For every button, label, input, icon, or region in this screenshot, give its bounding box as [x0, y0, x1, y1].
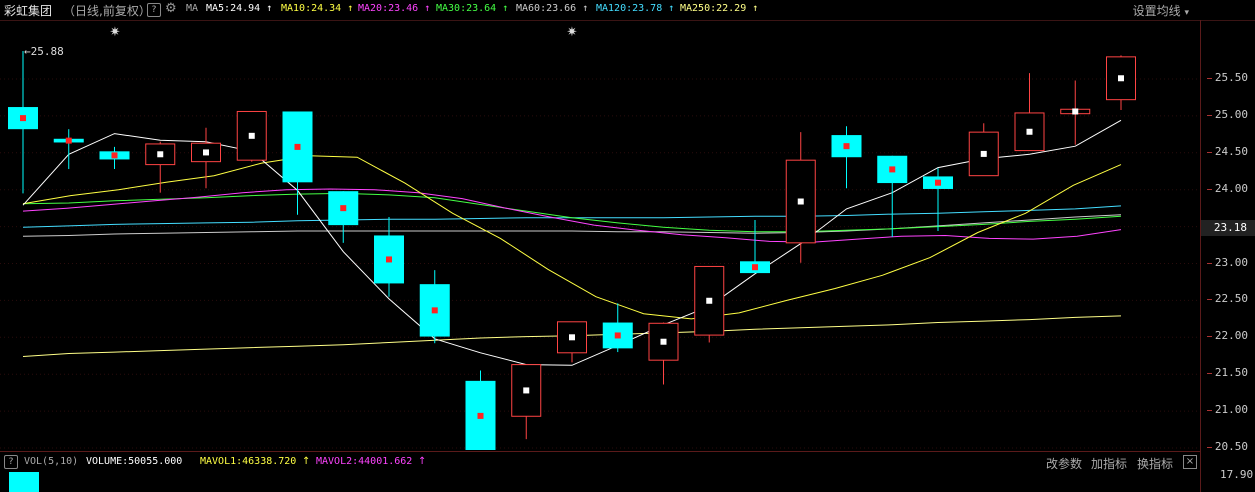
price-axis: 25.5025.0024.5024.0023.5023.0022.5022.00… — [1200, 20, 1255, 492]
vol-help-button[interactable]: ? — [4, 455, 18, 469]
candle-marker-21 — [980, 150, 987, 157]
chevron-down-icon: ▾ — [1184, 8, 1189, 18]
ma120-line — [22, 205, 1122, 228]
vol-label: VOL(5,10) — [24, 456, 79, 467]
candle-marker-3 — [157, 151, 164, 158]
mavol2-value: MAVOL2:44001.662 — [316, 456, 413, 467]
vol-axis-label: 17.90 — [1220, 468, 1254, 481]
candle-marker-14 — [660, 338, 667, 345]
candle-marker-5 — [248, 132, 255, 139]
add-indicator-button[interactable]: 加指标 — [1091, 455, 1127, 472]
ma-settings-button[interactable]: 设置均线 ▾ — [1133, 2, 1189, 19]
y-tick-label: 22.50 — [1206, 292, 1248, 306]
y-tick-label: 24.00 — [1206, 181, 1248, 195]
candle-marker-6 — [294, 143, 301, 150]
switch-indicator-button[interactable]: 换指标 — [1137, 455, 1173, 472]
y-tick-label: 24.50 — [1206, 144, 1248, 158]
stock-subtitle: （日线,前复权） — [63, 4, 151, 18]
candle-marker-16 — [752, 264, 758, 271]
ma-label: MA — [186, 3, 199, 14]
y-tick-label: 25.50 — [1206, 71, 1248, 84]
y-tick-label: 20.50 — [1206, 440, 1248, 453]
ma-value-3: MA30:23.64 ↑ — [436, 3, 509, 14]
mavol1-arrow-icon: ↑ — [302, 456, 311, 467]
indicator-header: 彩虹集团 （日线,前复权） ? ⚙ MA MA5:24.94 ↑ MA10:24.… — [0, 0, 1255, 21]
candle-marker-23 — [1072, 108, 1079, 115]
help-button[interactable]: ? — [147, 3, 161, 17]
candle-marker-18 — [843, 143, 850, 150]
arrow-up-icon: ↑ — [752, 3, 759, 14]
candle-marker-10 — [477, 412, 484, 419]
ma-value-1: MA10:24.34 ↑ — [281, 3, 354, 14]
candle-marker-1 — [65, 137, 72, 144]
candle-marker-11 — [523, 387, 530, 394]
arrow-up-icon: ↑ — [266, 3, 273, 14]
candle-marker-13 — [614, 332, 621, 339]
y-tick-label: 25.00 — [1206, 107, 1248, 121]
y-tick-label: 23.00 — [1206, 255, 1248, 269]
y-tick-label: 22.00 — [1206, 329, 1248, 343]
y-tick-label: 21.00 — [1206, 403, 1248, 417]
ma-settings-label: 设置均线 — [1132, 4, 1181, 18]
volume-value: VOLUME:50055.000 — [86, 456, 183, 467]
candle-marker-24 — [1118, 75, 1124, 82]
ma-value-5: MA120:23.78 ↑ — [596, 3, 675, 14]
mavol2-arrow-icon: ↑ — [418, 456, 427, 467]
ma-value-6: MA250:22.29 ↑ — [680, 3, 759, 14]
y-tick-label: 21.50 — [1206, 366, 1248, 380]
stock-title: 彩虹集团 — [4, 4, 53, 18]
current-price-label: 23.18 — [1201, 220, 1255, 236]
close-icon[interactable]: × — [1183, 455, 1197, 469]
candle-marker-22 — [1026, 128, 1033, 135]
candle-marker-0 — [20, 115, 26, 122]
gear-icon[interactable]: ⚙ — [165, 1, 177, 16]
candle-marker-15 — [706, 297, 713, 304]
candle-marker-20 — [935, 179, 941, 186]
candlestick-chart[interactable]: ←25.88←20.30✷✷ — [0, 20, 1200, 450]
ma-value-4: MA60:23.66 ↑ — [516, 3, 589, 14]
arrow-up-icon: ↑ — [424, 3, 431, 14]
candle-marker-17 — [797, 198, 804, 205]
ma10-line — [22, 155, 1122, 320]
candle-marker-8 — [386, 256, 392, 263]
ma-value-0: MA5:24.94 ↑ — [206, 3, 273, 14]
arrow-up-icon: ↑ — [502, 3, 509, 14]
event-marker-icon-0: ✷ — [110, 25, 121, 40]
arrow-up-icon: ↑ — [582, 3, 589, 14]
candle-marker-4 — [203, 149, 209, 156]
arrow-up-icon: ↑ — [668, 3, 675, 14]
volume-bar — [9, 472, 39, 492]
change-params-button[interactable]: 改参数 — [1046, 455, 1082, 472]
ma-value-2: MA20:23.46 ↑ — [358, 3, 431, 14]
ma20-line — [22, 188, 1122, 243]
volume-header: ? VOL(5,10) VOLUME:50055.000 MAVOL1:4633… — [0, 451, 1200, 472]
candle-marker-2 — [111, 152, 118, 159]
candle-marker-12 — [569, 334, 575, 341]
extreme-annotation-0: ←25.88 — [24, 45, 64, 58]
candle-marker-7 — [340, 205, 347, 212]
mavol1-value: MAVOL1:46338.720 — [200, 456, 297, 467]
arrow-up-icon: ↑ — [347, 3, 354, 14]
candle-marker-9 — [431, 307, 438, 314]
candle-marker-19 — [889, 166, 896, 173]
event-marker-icon-1: ✷ — [567, 25, 578, 40]
